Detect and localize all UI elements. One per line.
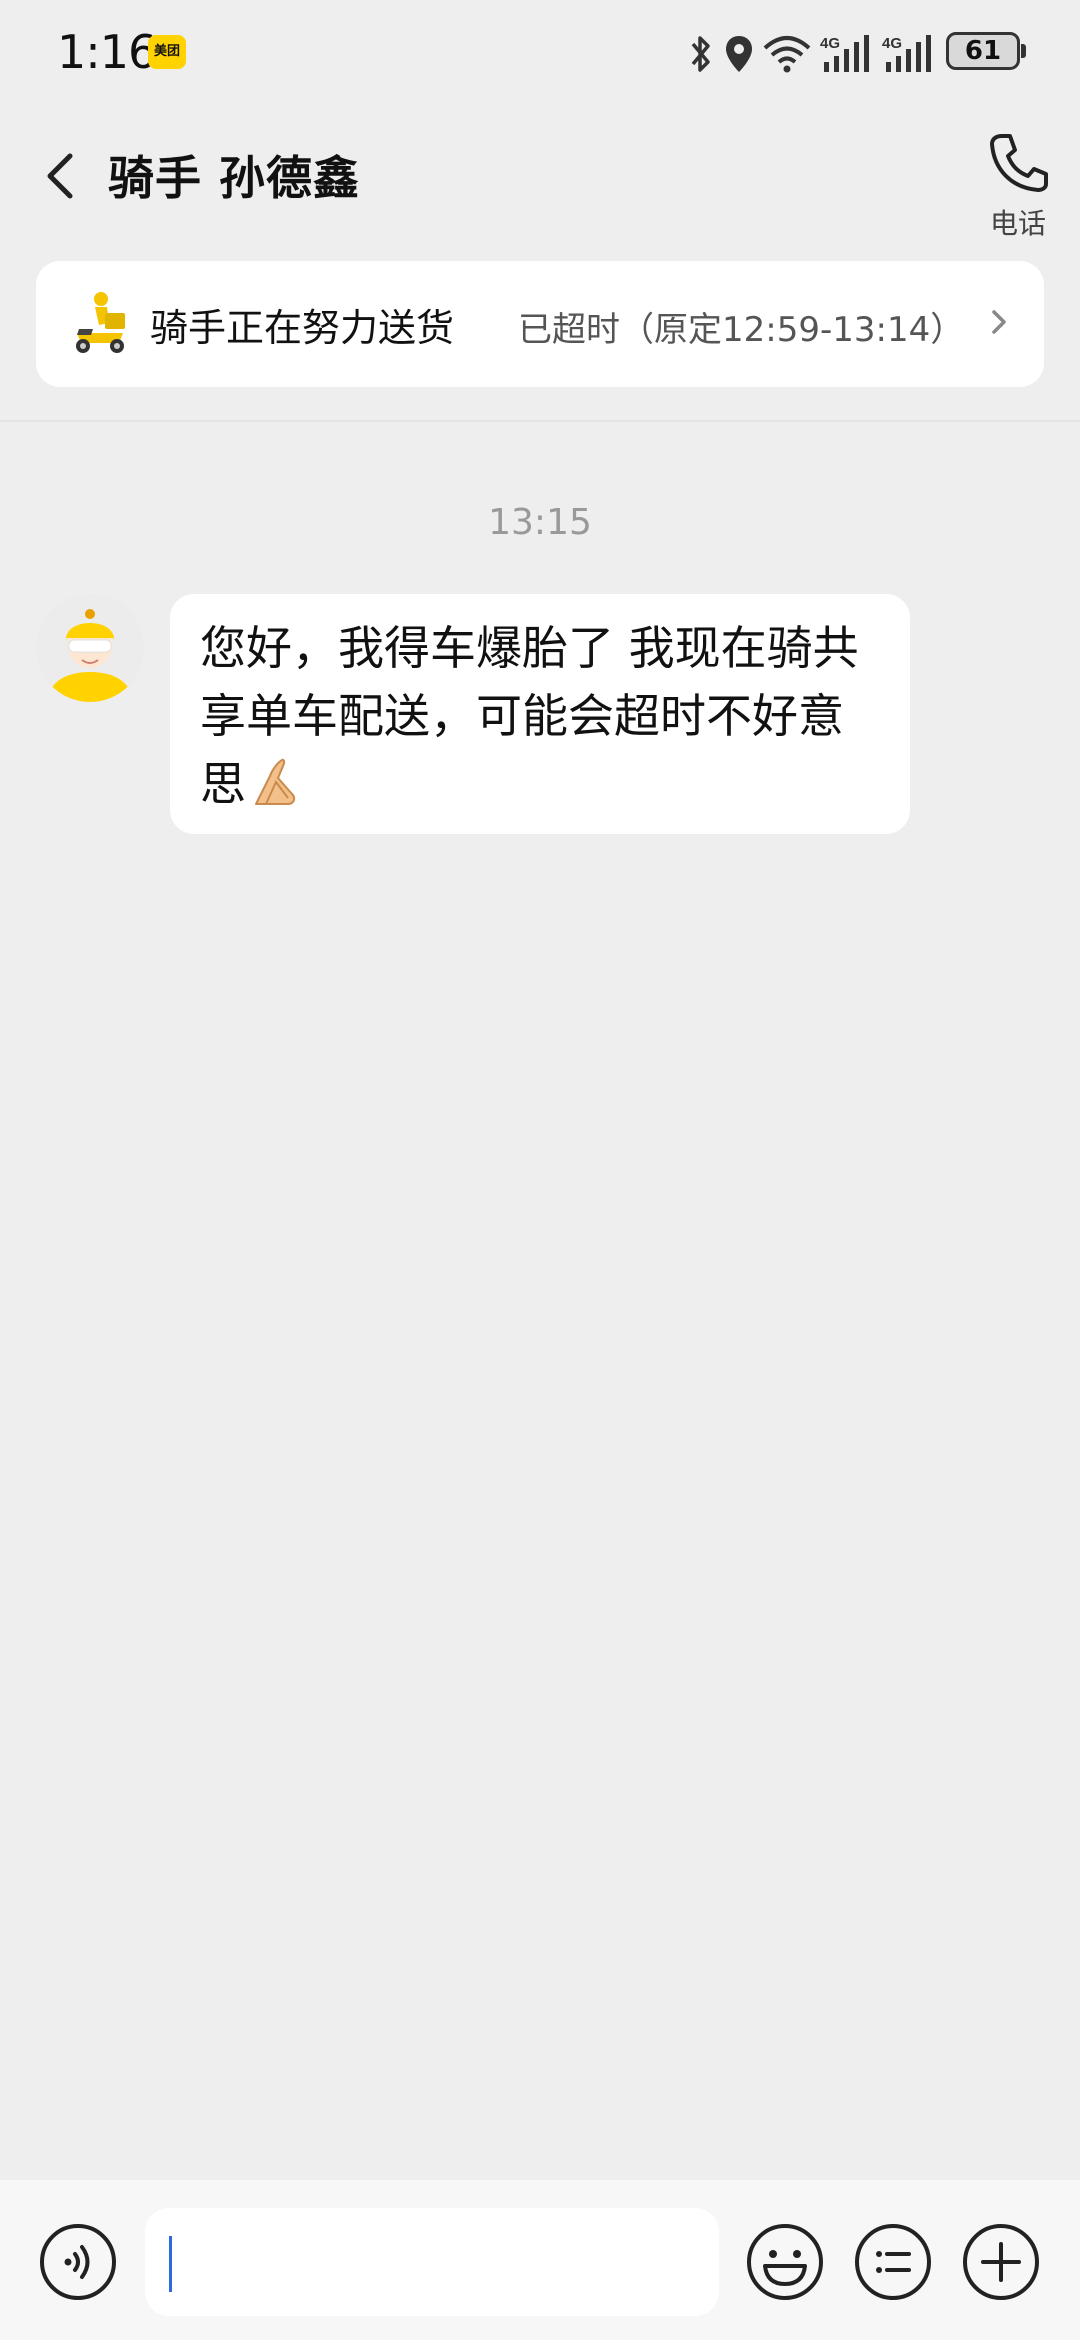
meituan-app-badge: 美团 [148, 35, 186, 69]
page-title: 骑手 孙德鑫 [108, 151, 361, 205]
chevron-left-icon [47, 153, 73, 199]
delivery-status-card[interactable]: 骑手正在努力送货 已超时（原定12:59-13:14） [36, 261, 1044, 387]
delivery-timeout-text: 已超时（原定12:59-13:14） [518, 310, 965, 350]
message-input-bar [0, 2180, 1080, 2340]
wifi-icon [763, 36, 811, 73]
quick-reply-list-icon[interactable] [853, 2222, 933, 2302]
call-button[interactable]: 电话 [982, 120, 1054, 240]
nav-bar: 骑手 孙德鑫 电话 [0, 110, 1080, 245]
add-more-icon[interactable] [961, 2222, 1041, 2302]
message-input[interactable] [145, 2208, 719, 2316]
location-icon [726, 36, 752, 72]
back-button[interactable] [36, 140, 86, 210]
chevron-right-icon [992, 310, 1006, 334]
text-caret [169, 2236, 172, 2292]
bluetooth-icon [691, 36, 710, 72]
voice-input-icon[interactable] [38, 2222, 118, 2302]
scooter-rider-icon [76, 292, 125, 353]
rider-avatar-image [36, 594, 144, 702]
rider-avatar[interactable] [36, 594, 144, 702]
svg-text:4G: 4G [820, 35, 840, 52]
status-bar: 1:16 美团 4G 4G 61 [0, 0, 1080, 110]
status-time: 1:16 [57, 25, 157, 79]
delivery-status-text: 骑手正在努力送货 [150, 306, 455, 350]
message-timestamp: 13:15 [488, 502, 592, 543]
pray-emoji-icon [255, 758, 296, 805]
svg-text:4G: 4G [882, 35, 902, 52]
signal-4g-icon-2: 4G [882, 35, 931, 72]
message-bubble[interactable]: 您好，我得车爆胎了 我现在骑共享单车配送，可能会超时不好意思 [170, 594, 910, 834]
phone-icon [990, 134, 1048, 192]
emoji-button-icon[interactable] [745, 2222, 825, 2302]
call-button-label: 电话 [989, 207, 1046, 240]
battery-tip [1021, 44, 1026, 58]
signal-4g-icon: 4G [820, 35, 869, 72]
battery-indicator: 61 [946, 32, 1020, 70]
header-divider [0, 420, 1080, 422]
